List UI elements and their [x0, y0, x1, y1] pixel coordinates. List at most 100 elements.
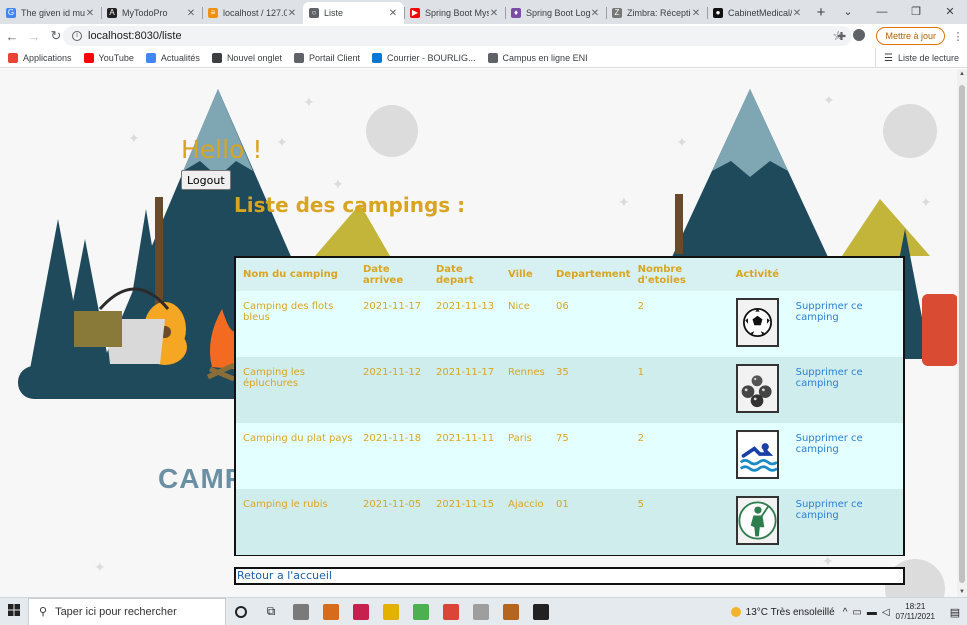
stars-cell: 2 [630, 291, 729, 357]
taskbar-app-glyph [473, 603, 489, 620]
tab-close-icon[interactable]: ✕ [590, 8, 600, 19]
taskbar-search[interactable]: ⚲ Taper ici pour rechercher [28, 597, 226, 625]
bookmarks-bar: Applications YouTube Actualités Nouvel ongl… [0, 48, 967, 68]
moon-right [883, 104, 937, 158]
reading-list-button[interactable]: ☰ Liste de lecture [874, 48, 959, 68]
taskbar-app-icon[interactable] [406, 598, 436, 625]
browser-tab[interactable]: Z Zimbra: Réception✕ [606, 2, 707, 24]
browser-toolbar: ← → ↻ i localhost:8030/liste ☆ ✚ Mettre … [0, 24, 967, 48]
browser-tab[interactable]: ● CabinetMedical/ca✕ [707, 2, 808, 24]
delete-camping-link[interactable]: Supprimer ce camping [796, 499, 863, 521]
scrollbar-thumb[interactable] [959, 85, 965, 583]
browser-tab[interactable]: G The given id must n✕ [0, 2, 101, 24]
profile-avatar[interactable] [850, 28, 868, 44]
page-scrollbar[interactable]: ▲ ▼ [957, 69, 967, 597]
bookmark-item[interactable]: Actualités [145, 52, 200, 63]
notifications-icon[interactable]: ▤ [943, 598, 967, 625]
tab-favicon-icon: ≡ [208, 8, 218, 18]
taskbar-app-glyph [383, 603, 399, 620]
tab-close-icon[interactable]: ✕ [287, 8, 297, 19]
departure-date-cell: 2021-11-15 [429, 489, 501, 555]
taskbar-app-icon[interactable] [286, 598, 316, 625]
tab-title: CabinetMedical/ca [728, 8, 792, 18]
tab-close-icon[interactable]: ✕ [388, 8, 398, 19]
browser-tab[interactable]: ○ Liste ✕ [303, 2, 404, 24]
campings-table-container: Nom du camping Date arrivee Date depart Vil… [234, 256, 905, 556]
bookmark-favicon-icon [372, 52, 383, 63]
cortana-icon[interactable] [226, 598, 256, 625]
update-button[interactable]: Mettre à jour [876, 27, 945, 45]
tab-list: GThe given id must n✕AMyTodoPro✕≡localho… [0, 2, 808, 24]
reading-list-label: Liste de lecture [897, 53, 959, 63]
taskbar-app-icon[interactable] [346, 598, 376, 625]
football-icon [735, 298, 779, 347]
browser-tab[interactable]: ≡ localhost / 127.0.0✕ [202, 2, 303, 24]
browser-tab[interactable]: A MyTodoPro ✕ [101, 2, 202, 24]
tab-close-icon[interactable]: ✕ [85, 8, 95, 19]
extensions-icon[interactable]: ✚ [832, 30, 850, 43]
table-body: Camping des flots bleus 2021-11-17 2021-11… [236, 291, 903, 555]
weather-widget[interactable]: 13°C Très ensoleillé [730, 607, 835, 618]
bookmark-item[interactable]: Portail Client [293, 52, 360, 63]
bookmark-item[interactable]: Nouvel onglet [211, 52, 282, 63]
tab-close-icon[interactable]: ✕ [186, 8, 196, 19]
taskbar-app-icon[interactable] [526, 598, 556, 625]
tab-title: MyTodoPro [122, 8, 168, 18]
svg-text:✦: ✦ [303, 94, 315, 110]
tray-chevron-icon[interactable]: ^ [843, 607, 848, 618]
taskbar-app-icon[interactable] [436, 598, 466, 625]
volume-icon[interactable]: ◁ [882, 607, 890, 618]
browser-tab[interactable]: ▶ Spring Boot Mysql✕ [404, 2, 505, 24]
scroll-up-icon[interactable]: ▲ [957, 69, 967, 79]
clock-date: 07/11/2021 [895, 612, 935, 621]
address-bar[interactable]: i localhost:8030/liste ☆ [63, 26, 852, 46]
action-cell: Supprimer ce camping [788, 291, 903, 357]
tab-close-icon[interactable]: ✕ [489, 8, 499, 19]
battery-icon[interactable]: ▬ [867, 607, 877, 618]
delete-camping-link[interactable]: Supprimer ce camping [796, 367, 863, 389]
tab-close-icon[interactable]: ✕ [691, 8, 701, 19]
svg-text:✦: ✦ [676, 134, 688, 150]
network-icon[interactable]: ▭ [852, 607, 861, 618]
bookmark-item[interactable]: YouTube [83, 52, 134, 63]
clock[interactable]: 18:21 07/11/2021 [896, 602, 935, 622]
bookmark-item[interactable]: Courrier - BOURLIG... [372, 52, 476, 63]
forward-arrow-icon[interactable]: → [24, 29, 44, 44]
back-arrow-icon[interactable]: ← [2, 29, 22, 44]
maximize-icon[interactable]: ❐ [899, 0, 933, 24]
taskbar-app-icon[interactable] [496, 598, 526, 625]
close-window-icon[interactable]: ✕ [933, 0, 967, 24]
camping-name-cell: Camping les épluchures [236, 357, 356, 423]
tab-title: localhost / 127.0.0 [223, 8, 287, 18]
svg-text:✦: ✦ [823, 92, 835, 108]
browser-tab[interactable]: ♦ Spring Boot Login✕ [505, 2, 606, 24]
delete-camping-link[interactable]: Supprimer ce camping [796, 301, 863, 323]
stars-cell: 5 [630, 489, 729, 555]
taskbar-apps [286, 598, 556, 625]
back-to-home-link[interactable]: Retour a l'accueil [237, 569, 332, 582]
menu-kebab-icon[interactable]: ⋮ [949, 30, 967, 43]
minimize-icon[interactable]: — [865, 0, 899, 24]
scroll-down-icon[interactable]: ▼ [957, 587, 967, 597]
delete-camping-link[interactable]: Supprimer ce camping [796, 433, 863, 455]
department-cell: 35 [549, 357, 631, 423]
bookmark-item[interactable]: Campus en ligne ENI [487, 52, 588, 63]
site-info-icon[interactable]: i [72, 31, 82, 41]
task-view-icon[interactable]: ⧉ [256, 598, 286, 625]
campings-table: Nom du camping Date arrivee Date depart Vil… [236, 258, 903, 555]
new-tab-button[interactable]: + [812, 2, 830, 24]
windows-start-icon[interactable] [0, 604, 28, 619]
taskbar-app-icon[interactable] [316, 598, 346, 625]
tab-close-icon[interactable]: ✕ [792, 8, 802, 19]
taskbar-app-icon[interactable] [466, 598, 496, 625]
bookmark-favicon-icon [83, 52, 94, 63]
logout-button[interactable]: Logout [181, 170, 231, 190]
bookmark-favicon-icon [8, 52, 18, 63]
bookmark-item[interactable]: Applications [8, 52, 72, 63]
arrival-date-cell: 2021-11-17 [356, 291, 429, 357]
tab-search-icon[interactable]: ⌄ [831, 0, 865, 24]
mountain-right-snow [712, 89, 788, 177]
system-tray: 13°C Très ensoleillé ^ ▭ ▬ ◁ 18:21 07/11… [730, 598, 967, 625]
taskbar-app-icon[interactable] [376, 598, 406, 625]
city-cell: Paris [501, 423, 549, 489]
